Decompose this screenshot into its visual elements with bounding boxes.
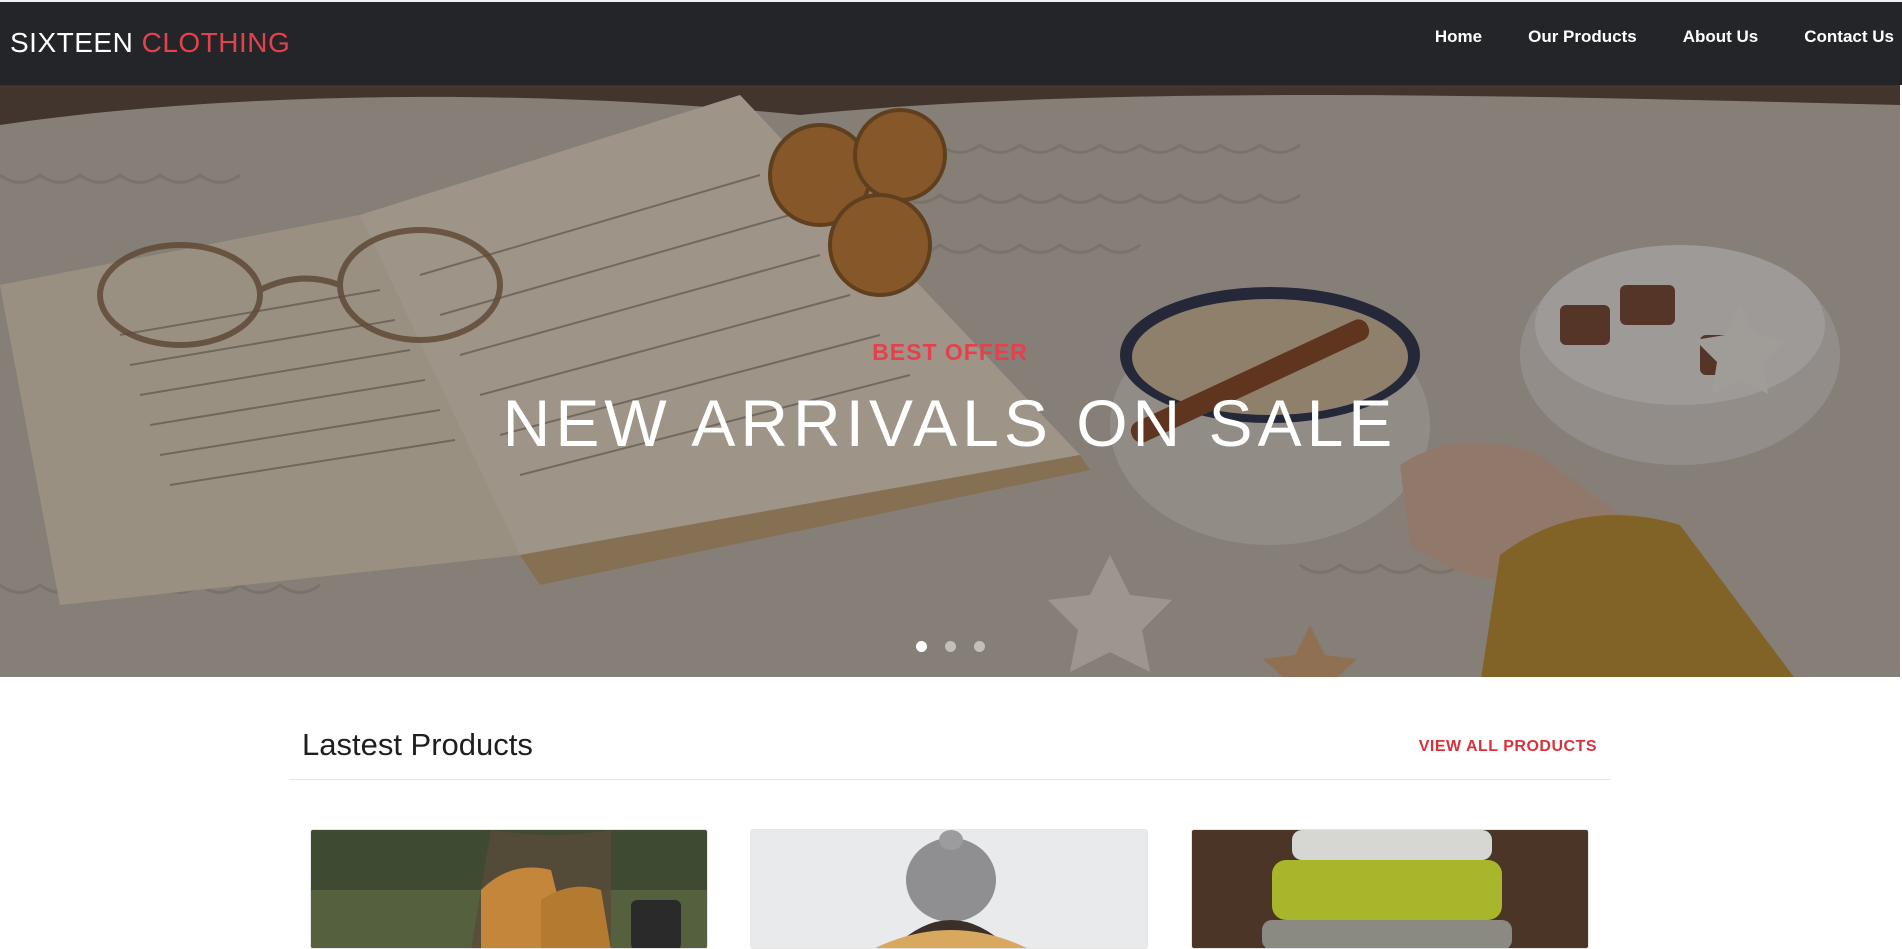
carousel-indicators bbox=[0, 641, 1900, 652]
carousel-dot-3[interactable] bbox=[973, 641, 985, 652]
navbar: SIXTEEN CLOTHING Home Our Products About… bbox=[0, 2, 1902, 85]
nav-our-products[interactable]: Our Products bbox=[1505, 27, 1660, 47]
product-card-boots[interactable] bbox=[310, 829, 708, 949]
product-image-sweaters bbox=[1192, 830, 1588, 948]
view-all-products-link[interactable]: VIEW ALL PRODUCTS bbox=[1419, 738, 1597, 756]
brand-accent: CLOTHING bbox=[141, 27, 291, 58]
brand-logo[interactable]: SIXTEEN CLOTHING bbox=[10, 27, 290, 59]
hero-title: NEW ARRIVALS ON SALE bbox=[502, 386, 1398, 460]
product-image-beanie bbox=[751, 830, 1147, 948]
product-card-sweaters[interactable] bbox=[1191, 829, 1589, 949]
nav-home[interactable]: Home bbox=[1412, 27, 1505, 47]
hero-banner: BEST OFFER NEW ARRIVALS ON SALE bbox=[0, 85, 1900, 677]
section-title: Lastest Products bbox=[302, 727, 533, 762]
nav-about-us[interactable]: About Us bbox=[1660, 27, 1782, 47]
latest-products-header: Lastest Products VIEW ALL PRODUCTS bbox=[289, 700, 1610, 780]
nav-contact-us[interactable]: Contact Us bbox=[1781, 27, 1894, 47]
carousel-dot-1[interactable] bbox=[915, 641, 927, 652]
hero-overlay bbox=[0, 85, 1900, 677]
main-nav: Home Our Products About Us Contact Us bbox=[1412, 27, 1894, 47]
product-image-boots bbox=[311, 830, 707, 948]
product-card-beanie[interactable] bbox=[750, 829, 1148, 949]
hero-eyebrow: BEST OFFER bbox=[872, 339, 1028, 365]
brand-name: SIXTEEN bbox=[10, 27, 134, 58]
carousel-dot-2[interactable] bbox=[944, 641, 956, 652]
